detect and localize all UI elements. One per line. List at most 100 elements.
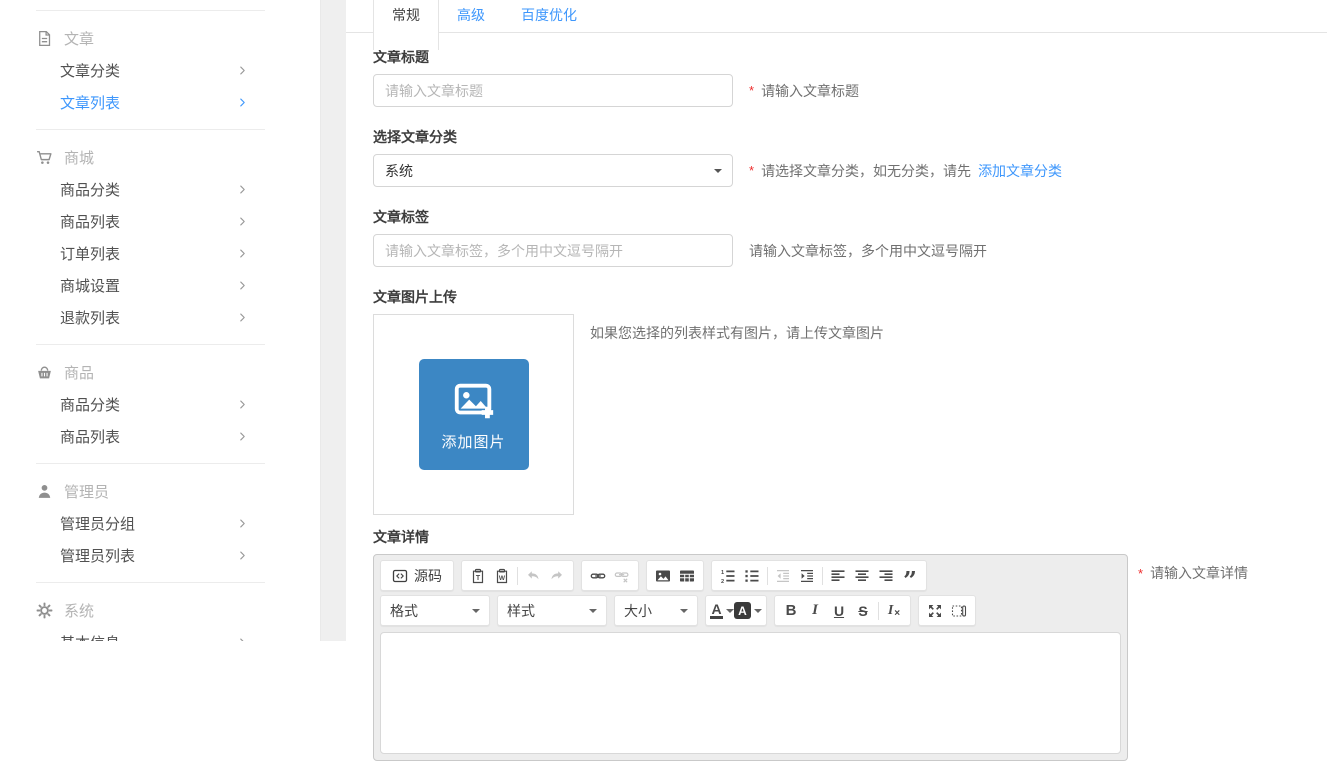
hint-text: 请输入文章详情 [1150,563,1248,583]
remove-format-button[interactable]: I × [882,599,906,623]
sidebar-section-mall[interactable]: 商城 [0,141,320,173]
sidebar-item-product-category[interactable]: 商品分类 [0,388,320,420]
align-left-button[interactable] [826,564,850,588]
format-dropdown[interactable]: 格式 [380,595,490,626]
chevron-right-icon [237,280,248,291]
hint-text: 请输入文章标签，多个用中文逗号隔开 [749,241,987,261]
table-icon [679,568,695,584]
sidebar-section-admin[interactable]: 管理员 [0,475,320,507]
sidebar-item-goods-category[interactable]: 商品分类 [0,173,320,205]
sidebar-item-label: 管理员分组 [60,513,135,534]
sidebar-item-mall-settings[interactable]: 商城设置 [0,269,320,301]
unlink-icon [614,568,630,584]
italic-button[interactable]: I [803,599,827,623]
sidebar-item-label: 商品列表 [60,426,120,447]
paste-word-button[interactable] [490,564,514,588]
chevron-right-icon [237,216,248,227]
chevron-right-icon [237,550,248,561]
sidebar-item-basic-info[interactable]: 基本信息 [0,626,320,641]
align-right-icon [878,568,894,584]
source-button[interactable]: 源码 [385,564,449,588]
field-label: 选择文章分类 [373,127,1327,147]
sidebar-item-label: 文章列表 [60,92,120,113]
field-label: 文章详情 [373,527,1327,547]
sidebar-item-product-list[interactable]: 商品列表 [0,420,320,452]
bg-color-icon: A [734,602,751,619]
chevron-right-icon [237,65,248,76]
article-title-input[interactable] [373,74,733,107]
sidebar: 文章 文章分类 文章列表 商城 商品分类 商品列表 订单列表 商城设 [0,0,321,641]
insert-image-button[interactable] [651,564,675,588]
layout-gutter [321,0,346,641]
maximize-button[interactable] [923,599,947,623]
field-article-category: 选择文章分类 系统 * 请选择文章分类，如无分类，请先 添加文章分类 [373,127,1327,187]
tab-advanced[interactable]: 高级 [439,0,503,32]
show-blocks-icon [951,603,967,619]
underline-button[interactable]: U [827,599,851,623]
paste-text-button[interactable] [466,564,490,588]
sidebar-section-article[interactable]: 文章 [0,22,320,54]
ordered-list-button[interactable] [716,564,740,588]
tab-baidu-seo[interactable]: 百度优化 [503,0,595,32]
outdent-icon [775,568,791,584]
blockquote-button[interactable]: ” [898,559,922,593]
maximize-icon [927,603,943,619]
required-mark: * [749,83,754,98]
add-image-icon [451,378,497,424]
link-button[interactable] [586,564,610,588]
dropdown-caret-icon [754,609,762,617]
strikethrough-button[interactable]: S [851,599,875,623]
article-tags-input[interactable] [373,234,733,267]
editor-toolbar-row-2: 格式 样式 大小 [380,595,1121,626]
chevron-right-icon [237,248,248,259]
add-article-category-link[interactable]: 添加文章分类 [978,161,1062,181]
unordered-list-button[interactable] [740,564,764,588]
align-left-icon [830,568,846,584]
tab-general[interactable]: 常规 [373,0,439,50]
chevron-right-icon [237,399,248,410]
dropdown-caret-icon [726,609,734,617]
sidebar-item-order-list[interactable]: 订单列表 [0,237,320,269]
field-hint: 如果您选择的列表样式有图片，请上传文章图片 [590,323,884,343]
show-blocks-button[interactable] [947,599,971,623]
sidebar-divider [36,463,265,464]
sidebar-item-admin-list[interactable]: 管理员列表 [0,539,320,571]
sidebar-section-product[interactable]: 商品 [0,356,320,388]
align-center-button[interactable] [850,564,874,588]
undo-button [521,564,545,588]
sidebar-divider [36,10,265,11]
field-hint: * 请输入文章详情 [1138,563,1248,583]
insert-table-button[interactable] [675,564,699,588]
indent-button[interactable] [795,564,819,588]
outdent-button [771,564,795,588]
image-upload-dropzone[interactable]: 添加图片 [373,314,574,515]
bg-color-button[interactable]: A [734,599,762,623]
bold-button[interactable]: B [779,599,803,623]
hint-text: 请输入文章标题 [761,81,859,101]
article-category-select[interactable]: 系统 [373,154,733,187]
sidebar-item-article-list[interactable]: 文章列表 [0,86,320,118]
sidebar-item-article-category[interactable]: 文章分类 [0,54,320,86]
sidebar-item-goods-list[interactable]: 商品列表 [0,205,320,237]
chevron-right-icon [237,431,248,442]
paste-word-icon [494,568,510,584]
redo-icon [549,568,565,584]
editor-content[interactable] [380,632,1121,754]
redo-button [545,564,569,588]
rich-text-editor: 源码 [373,554,1128,761]
link-icon [590,568,606,584]
styles-dropdown[interactable]: 样式 [497,595,607,626]
article-form: 文章标题 * 请输入文章标题 选择文章分类 系统 [346,33,1327,761]
document-icon [36,30,53,47]
sidebar-divider [36,582,265,583]
font-size-dropdown[interactable]: 大小 [614,595,698,626]
add-image-button[interactable]: 添加图片 [419,359,529,470]
sidebar-item-refund-list[interactable]: 退款列表 [0,301,320,333]
align-right-button[interactable] [874,564,898,588]
add-image-label: 添加图片 [441,431,505,452]
sidebar-item-admin-group[interactable]: 管理员分组 [0,507,320,539]
text-color-icon: A [710,603,722,619]
basket-icon [36,364,53,381]
text-color-button[interactable]: A [710,599,734,623]
sidebar-section-system[interactable]: 系统 [0,594,320,626]
